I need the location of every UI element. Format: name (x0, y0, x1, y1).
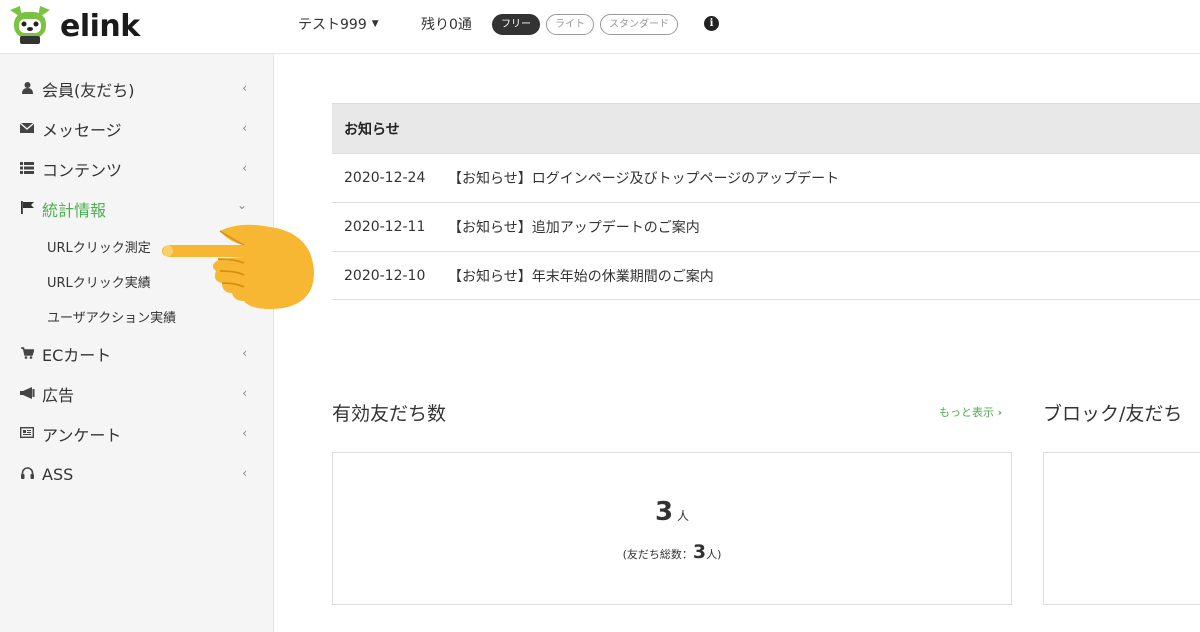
news-table: お知らせ 2020-12-24 【お知らせ】ログインページ及びトップページのアッ… (332, 103, 1200, 300)
account-selector[interactable]: テスト999 ▼ (298, 14, 379, 34)
sidebar-item-label: ECカート (42, 346, 112, 365)
sidebar-item-label: 会員(友だち) (42, 81, 135, 100)
plan-badges: フリー ライト スタンダード (492, 14, 678, 35)
caret-down-icon: ▼ (371, 19, 379, 29)
logo-text: elink (60, 8, 140, 44)
headphones-icon (16, 466, 38, 482)
friends-count-value: 3 (654, 497, 674, 527)
chevron-left-icon: ‹ (242, 81, 247, 95)
user-icon (16, 81, 38, 97)
dog-logo-icon (10, 6, 50, 44)
plan-badge-free[interactable]: フリー (492, 14, 540, 35)
news-text[interactable]: 【お知らせ】ログインページ及びトップページのアップデート (448, 168, 839, 188)
sidebar-item-members[interactable]: 会員(友だち) ‹ (0, 69, 273, 109)
more-link-label: もっと表示 (939, 406, 994, 419)
account-name: テスト999 (298, 17, 367, 33)
sidebar-item-label: コンテンツ (42, 161, 123, 180)
newspaper-icon (16, 426, 38, 441)
plan-badge-light[interactable]: ライト (546, 14, 594, 35)
plan-badge-standard[interactable]: スタンダード (600, 14, 678, 35)
news-row[interactable]: 2020-12-11 【お知らせ】追加アップデートのご案内 (332, 202, 1200, 251)
envelope-icon (16, 122, 38, 136)
friends-count: 3人 (333, 497, 1011, 527)
logo[interactable]: elink (6, 4, 140, 48)
news-date: 2020-12-24 (344, 170, 426, 186)
news-date: 2020-12-10 (344, 267, 426, 284)
more-link[interactable]: もっと表示 › (939, 404, 1002, 420)
sidebar-item-messages[interactable]: メッセージ ‹ (0, 109, 273, 149)
sidebar-item-ass[interactable]: ASS ‹ (0, 454, 273, 494)
bullhorn-icon (16, 386, 38, 402)
friends-total-prefix: (友だち総数： (622, 548, 693, 561)
chevron-left-icon: ‹ (242, 346, 247, 360)
sidebar-item-label: ASS (42, 464, 74, 484)
list-icon (16, 161, 38, 177)
friends-count-card: 3人 (友だち総数：3人) (332, 452, 1012, 605)
chevron-right-icon: › (997, 406, 1003, 419)
blocks-card (1043, 452, 1200, 605)
sidebar-item-label: メッセージ (42, 121, 122, 140)
chevron-left-icon: ‹ (242, 426, 247, 440)
chevron-down-icon: ⌄ (236, 198, 247, 212)
sidebar-item-contents[interactable]: コンテンツ ‹ (0, 149, 273, 189)
chevron-left-icon: ‹ (242, 466, 247, 480)
news-row[interactable]: 2020-12-10 【お知らせ】年末年始の休業期間のご案内 (332, 251, 1200, 300)
flag-icon (16, 201, 38, 217)
remaining-messages: 残り0通 (421, 17, 472, 33)
friends-total-value: 3 (692, 541, 707, 563)
sidebar-item-survey[interactable]: アンケート ‹ (0, 414, 273, 454)
blocks-section-title: ブロック/友だち (1043, 403, 1183, 425)
chevron-left-icon: ‹ (242, 386, 247, 400)
news-text[interactable]: 【お知らせ】年末年始の休業期間のご案内 (448, 266, 714, 286)
sidebar-item-ads[interactable]: 広告 ‹ (0, 374, 273, 414)
chevron-left-icon: ‹ (242, 161, 247, 175)
sidebar: 会員(友だち) ‹ メッセージ ‹ コンテンツ ‹ 統計情報 ⌄ URLクリック… (0, 54, 274, 632)
top-bar: elink テスト999 ▼ 残り0通 フリー ライト スタンダード i (0, 0, 1200, 54)
friends-total-suffix: 人) (706, 548, 722, 561)
friends-count-unit: 人 (677, 509, 690, 523)
news-date: 2020-12-11 (344, 219, 426, 235)
news-header: お知らせ (332, 104, 1200, 153)
info-circle-icon[interactable]: i (704, 16, 719, 31)
main-content: お知らせ 2020-12-24 【お知らせ】ログインページ及びトップページのアッ… (275, 54, 1200, 632)
news-text[interactable]: 【お知らせ】追加アップデートのご案内 (448, 217, 700, 237)
news-row[interactable]: 2020-12-24 【お知らせ】ログインページ及びトップページのアップデート (332, 153, 1200, 202)
friends-section-title: 有効友だち数 (332, 403, 447, 425)
chevron-left-icon: ‹ (242, 121, 247, 135)
sidebar-item-label: 統計情報 (42, 201, 107, 220)
cart-icon (16, 346, 38, 362)
friends-total: (友だち総数：3人) (333, 541, 1011, 563)
sidebar-item-ec-cart[interactable]: ECカート ‹ (0, 334, 273, 374)
sidebar-item-label: 広告 (42, 386, 75, 405)
sidebar-item-label: アンケート (42, 426, 122, 445)
